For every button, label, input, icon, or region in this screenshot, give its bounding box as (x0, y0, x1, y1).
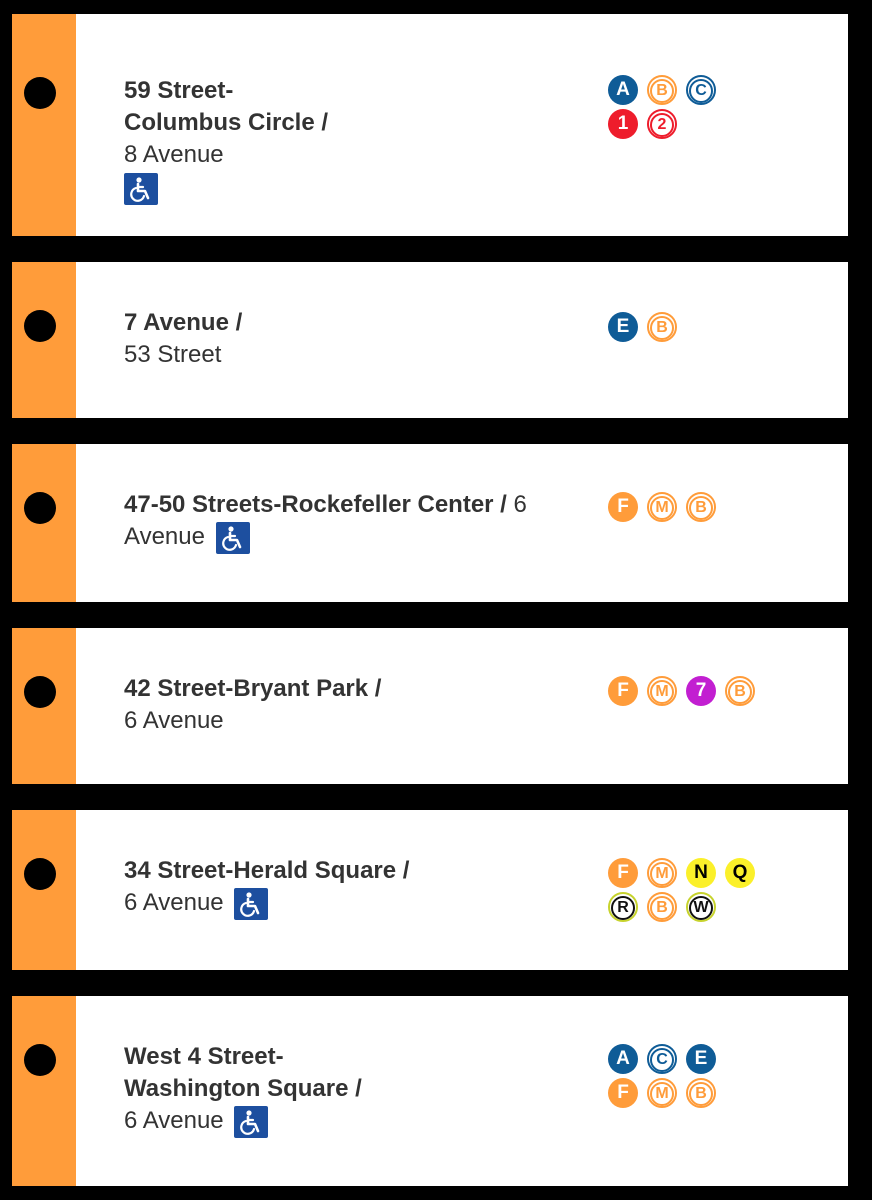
route-row: FM7B (608, 676, 848, 710)
route-bullets: ACEFMB (608, 1044, 848, 1112)
route-bullet-c[interactable]: C (686, 75, 716, 105)
route-bullet-w[interactable]: W (686, 892, 716, 922)
station-name-secondary: 6 Avenue (124, 1107, 224, 1134)
route-row: 12 (608, 109, 848, 143)
route-bullet-b[interactable]: B (647, 312, 677, 342)
station-name-primary: 34 Street-Herald Square / (124, 857, 410, 884)
route-bullet-r[interactable]: R (608, 892, 638, 922)
station-name[interactable]: 59 Street- Columbus Circle / 8 Avenue (124, 75, 584, 205)
route-bullets: FM7B (608, 676, 848, 710)
route-bullets: FMNQRBW (608, 858, 848, 926)
route-bullet-a[interactable]: A (608, 75, 638, 105)
station-dot-icon (24, 676, 56, 708)
route-bullet-m[interactable]: M (647, 858, 677, 888)
station-name-secondary: 6 Avenue (124, 889, 224, 916)
accessible-icon (215, 521, 250, 554)
line-stripe (12, 14, 76, 236)
route-bullet-b[interactable]: B (725, 676, 755, 706)
route-bullet-f[interactable]: F (608, 492, 638, 522)
station-name-primary: 42 Street-Bryant Park / (124, 675, 382, 702)
route-bullet-e[interactable]: E (686, 1044, 716, 1074)
accessible-icon (234, 1105, 269, 1138)
station-name-secondary: 8 Avenue (124, 141, 224, 168)
accessible-icon (124, 173, 158, 205)
accessible-icon (234, 887, 269, 920)
route-bullet-b[interactable]: B (686, 492, 716, 522)
route-bullet-b[interactable]: B (647, 75, 677, 105)
route-row: FMB (608, 492, 848, 526)
station-name-primary: West 4 Street- Washington Square / (124, 1043, 362, 1102)
route-bullet-f[interactable]: F (608, 1078, 638, 1108)
station-list: 59 Street- Columbus Circle /8 Avenue A B C 1… (0, 0, 872, 1200)
line-stripe (12, 810, 76, 970)
station-name-secondary: 53 Street (124, 341, 222, 368)
route-bullet-e[interactable]: E (608, 312, 638, 342)
route-bullet-m[interactable]: M (647, 492, 677, 522)
route-bullets: ABC12 (608, 75, 848, 143)
route-bullet-7[interactable]: 7 (686, 676, 716, 706)
station-name[interactable]: 42 Street-Bryant Park / 6 Avenue (124, 673, 584, 737)
station-name[interactable]: West 4 Street- Washington Square / 6 Aven… (124, 1041, 584, 1138)
route-bullet-q[interactable]: Q (725, 858, 755, 888)
route-bullets: EB (608, 312, 848, 346)
station-name[interactable]: 47-50 Streets-Rockefeller Center / 6 Ave… (124, 489, 584, 554)
station-name-primary: 7 Avenue / (124, 309, 243, 336)
route-bullet-c[interactable]: C (647, 1044, 677, 1074)
route-row: ABC (608, 75, 848, 109)
route-bullet-f[interactable]: F (608, 676, 638, 706)
station-card[interactable]: 42 Street-Bryant Park / 6 Avenue F M 7 B (12, 628, 848, 784)
route-row: FMB (608, 1078, 848, 1112)
route-bullet-1[interactable]: 1 (608, 109, 638, 139)
station-card[interactable]: 47-50 Streets-Rockefeller Center / 6 Ave… (12, 444, 848, 602)
route-bullet-b[interactable]: B (647, 892, 677, 922)
station-dot-icon (24, 1044, 56, 1076)
station-name-secondary: 6 Avenue (124, 707, 224, 734)
route-row: FMNQ (608, 858, 848, 892)
station-dot-icon (24, 310, 56, 342)
station-dot-icon (24, 77, 56, 109)
station-card[interactable]: 7 Avenue / 53 Street E B (12, 262, 848, 418)
station-card[interactable]: West 4 Street- Washington Square / 6 Aven… (12, 996, 848, 1186)
station-card[interactable]: 59 Street- Columbus Circle /8 Avenue A B C 1… (12, 14, 848, 236)
station-name[interactable]: 34 Street-Herald Square / 6 Avenue (124, 855, 584, 920)
station-name-primary: 47-50 Streets-Rockefeller Center / (124, 491, 507, 518)
route-bullet-a[interactable]: A (608, 1044, 638, 1074)
line-stripe (12, 996, 76, 1186)
station-dot-icon (24, 492, 56, 524)
route-bullet-2[interactable]: 2 (647, 109, 677, 139)
route-bullet-m[interactable]: M (647, 676, 677, 706)
route-bullet-f[interactable]: F (608, 858, 638, 888)
route-row: EB (608, 312, 848, 346)
station-card[interactable]: 34 Street-Herald Square /6 Avenue FMNQRB… (12, 810, 848, 970)
route-row: ACE (608, 1044, 848, 1078)
route-bullets: FMB (608, 492, 848, 526)
station-name[interactable]: 7 Avenue / 53 Street (124, 307, 584, 371)
route-bullet-m[interactable]: M (647, 1078, 677, 1108)
station-name-primary: 59 Street- Columbus Circle / (124, 77, 329, 136)
station-dot-icon (24, 858, 56, 890)
route-row: RBW (608, 892, 848, 926)
route-bullet-b[interactable]: B (686, 1078, 716, 1108)
route-bullet-n[interactable]: N (686, 858, 716, 888)
